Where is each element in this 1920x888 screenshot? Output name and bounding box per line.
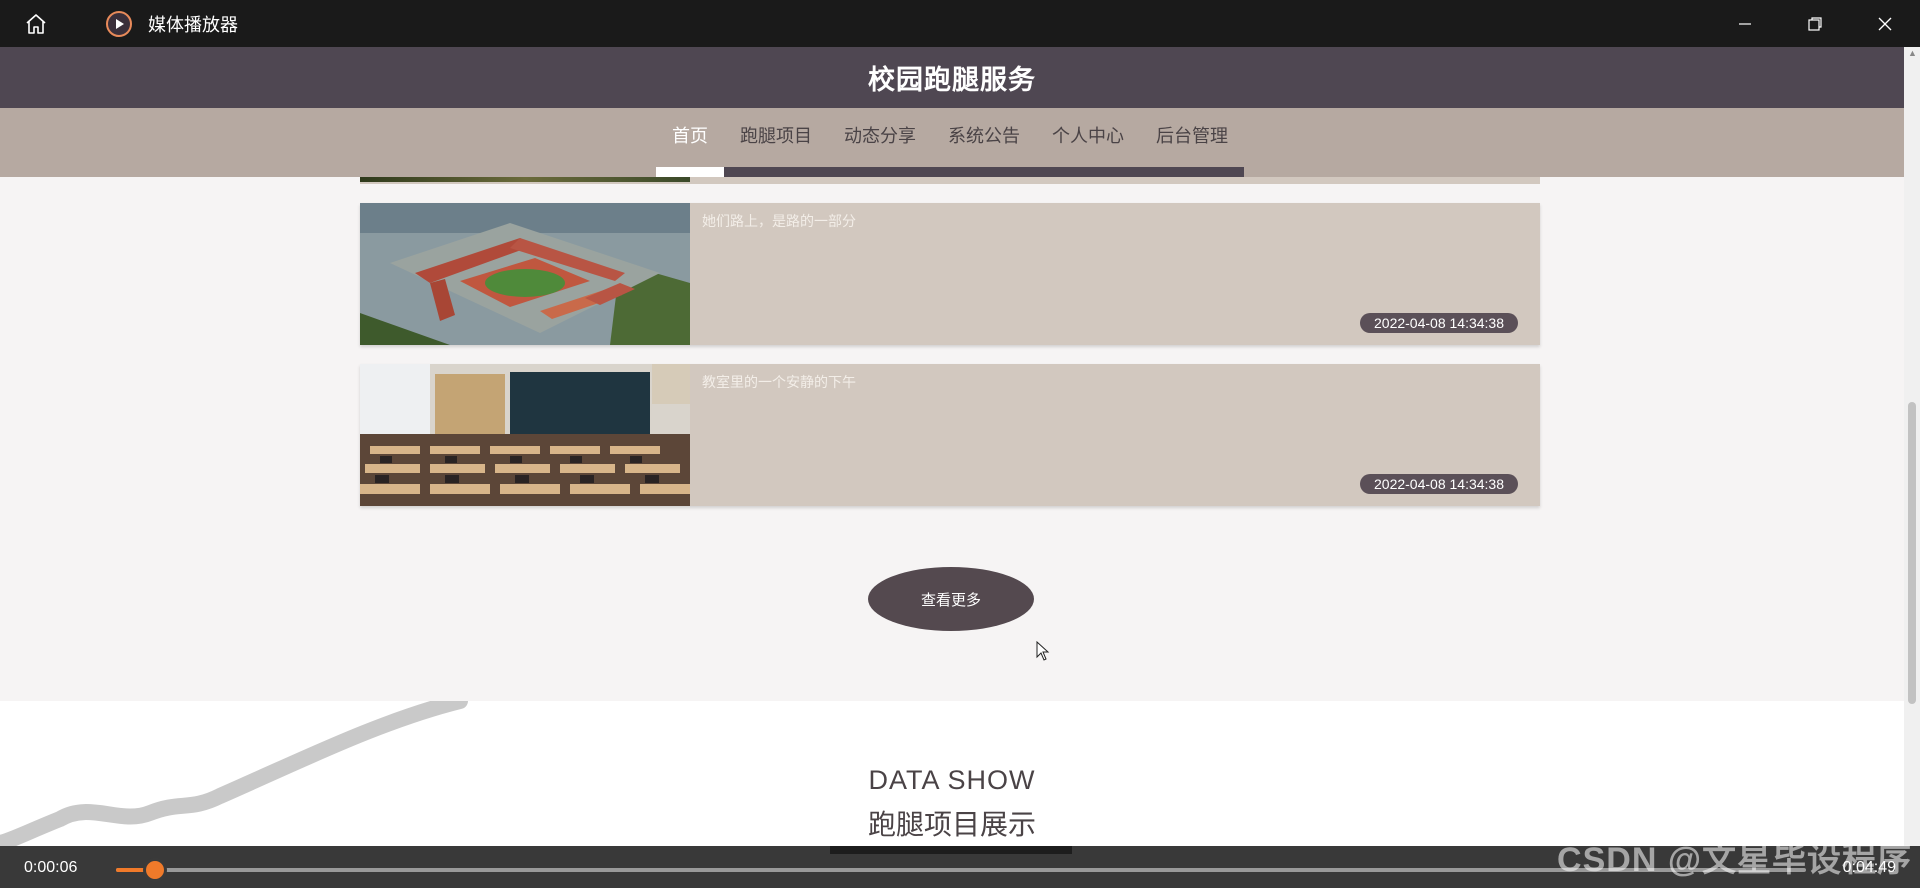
seek-bar[interactable]: [116, 868, 1806, 872]
nav-item-label: 个人中心: [1052, 126, 1124, 146]
news-date-badge: 2022-04-08 14:34:38: [1360, 474, 1518, 494]
scroll-up-icon[interactable]: ▲: [1908, 49, 1917, 58]
nav-item[interactable]: 个人中心: [1036, 108, 1140, 177]
classroom-image: [360, 364, 690, 506]
nav-item-indicator: [828, 167, 932, 177]
minimize-icon[interactable]: [1710, 0, 1780, 47]
close-icon[interactable]: [1850, 0, 1920, 47]
nav-item[interactable]: 后台管理: [1140, 108, 1244, 177]
news-card-partial[interactable]: [360, 177, 1540, 184]
nav-item[interactable]: 跑腿项目: [724, 108, 828, 177]
news-card[interactable]: 教室里的一个安静的下午 2022-04-08 14:34:38: [360, 364, 1540, 506]
nav-item-indicator: [1140, 167, 1244, 177]
nav-item-indicator: [1036, 167, 1140, 177]
window-controls: [1710, 0, 1920, 47]
data-show-title: DATA SHOW: [868, 765, 1036, 795]
mouse-cursor-icon: [1036, 640, 1050, 666]
news-list-section: 她们路上，是路的一部分 2022-04-08 14:34:38 教室里的一个安静…: [0, 177, 1904, 701]
data-show-section: DATA SHOW 跑腿项目展示: [0, 701, 1904, 846]
campus-aerial-image: [360, 203, 690, 345]
title-bar: 媒体播放器: [0, 0, 1920, 47]
nav-item-label: 后台管理: [1156, 126, 1228, 146]
current-time: 0:00:06: [24, 859, 78, 876]
news-title[interactable]: 她们路上，是路的一部分: [702, 211, 856, 231]
nav-item-label: 动态分享: [844, 126, 916, 146]
site-title: 校园跑腿服务: [868, 65, 1036, 95]
play-circle-icon: [104, 9, 134, 39]
news-card[interactable]: 她们路上，是路的一部分 2022-04-08 14:34:38: [360, 203, 1540, 345]
app-title: 媒体播放器: [148, 14, 238, 35]
nav-item-indicator: [932, 167, 1036, 177]
view-more-button[interactable]: 查看更多: [868, 567, 1034, 631]
nav-items: 首页 跑腿项目 动态分享 系统公告 个人中心 后台管理: [656, 108, 1244, 177]
nav-item-label: 首页: [672, 126, 708, 146]
page-scrollbar[interactable]: ▲: [1904, 47, 1920, 846]
scroll-thumb[interactable]: [1908, 402, 1916, 704]
restore-icon[interactable]: [1780, 0, 1850, 47]
media-player-window: 媒体播放器 校园跑腿服务 首页 跑腿项目 动态分享 系统公告 个人中心 后台管理: [0, 0, 1920, 888]
news-image-partial: [360, 177, 690, 182]
seek-knob[interactable]: [142, 858, 167, 882]
video-edge-strip: [830, 846, 1072, 854]
news-date-badge: 2022-04-08 14:34:38: [1360, 313, 1518, 333]
nav-item-indicator: [656, 167, 724, 177]
nav-item-label: 跑腿项目: [740, 126, 812, 146]
site-header: 校园跑腿服务: [0, 47, 1904, 108]
nav-item[interactable]: 系统公告: [932, 108, 1036, 177]
nav-item[interactable]: 首页: [656, 108, 724, 177]
home-icon[interactable]: [18, 6, 54, 42]
news-title[interactable]: 教室里的一个安静的下午: [702, 372, 856, 392]
nav-item-indicator: [724, 167, 828, 177]
nav-item-label: 系统公告: [948, 126, 1020, 146]
watermark-text: CSDN @文星毕设程序: [1557, 841, 1912, 879]
nav-item[interactable]: 动态分享: [828, 108, 932, 177]
main-nav: 首页 跑腿项目 动态分享 系统公告 个人中心 后台管理: [0, 108, 1904, 177]
